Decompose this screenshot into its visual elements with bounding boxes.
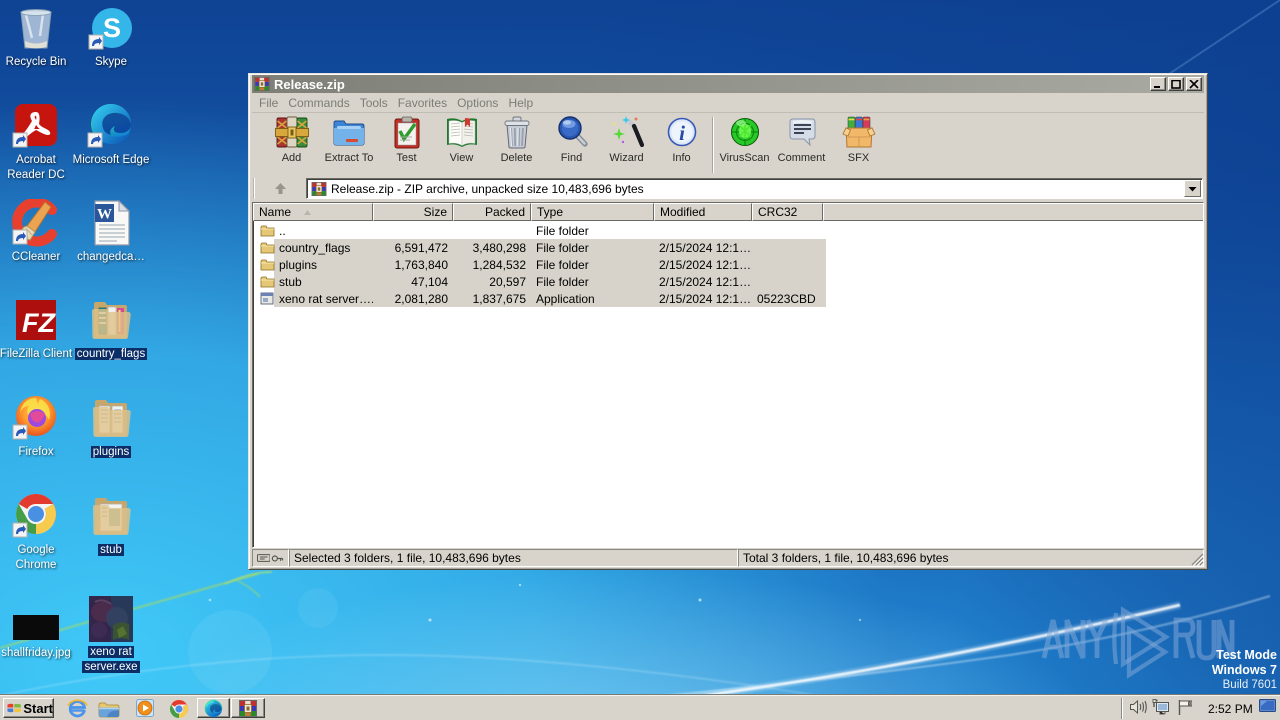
- svg-text:S: S: [103, 13, 121, 43]
- svg-text:FZ: FZ: [22, 308, 56, 338]
- svg-text:i: i: [679, 121, 685, 145]
- svg-text:W: W: [97, 207, 112, 223]
